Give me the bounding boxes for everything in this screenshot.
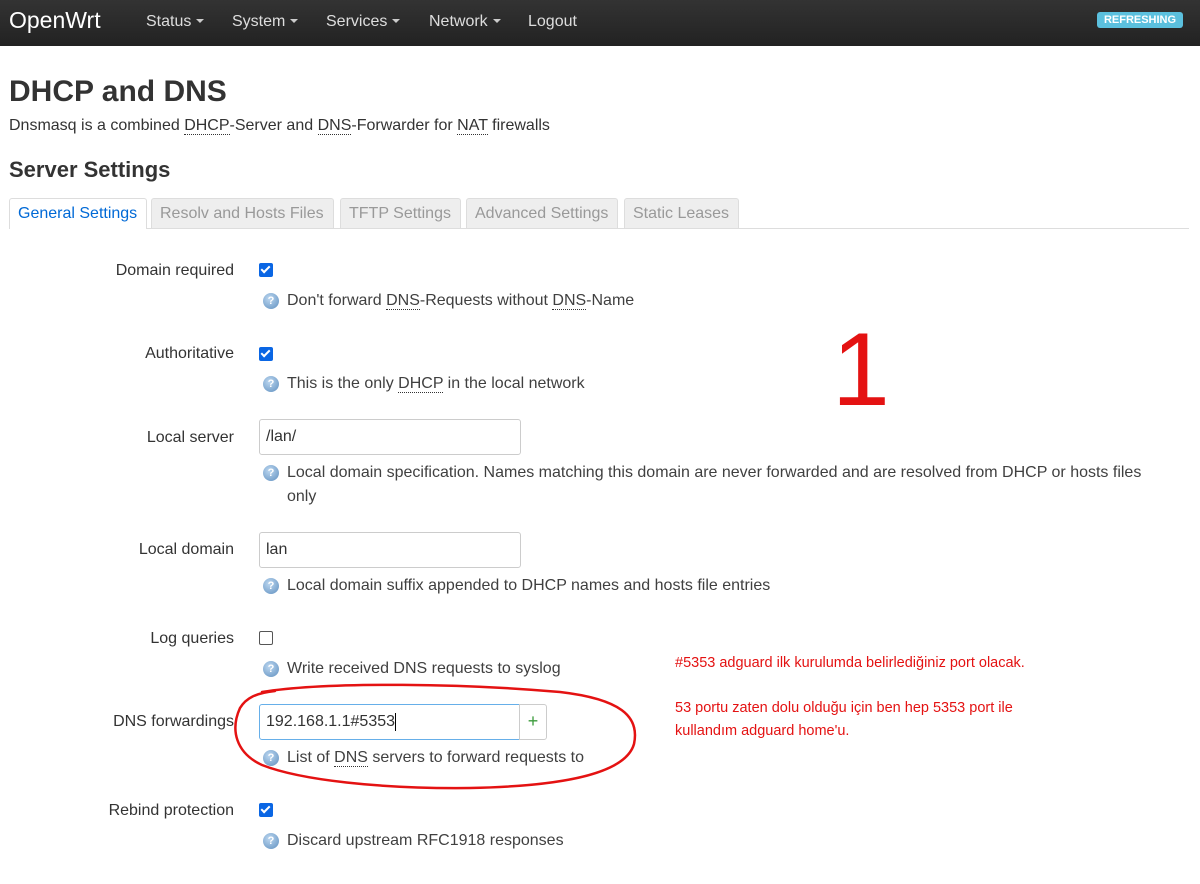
nav-status[interactable]: Status: [146, 13, 205, 31]
log-queries-label: Log queries: [150, 630, 234, 647]
annotation-number: 1: [832, 312, 890, 428]
help-text: This is the only DHCP in the local netwo…: [263, 372, 585, 396]
help-fragment: This is the only: [287, 375, 399, 392]
tab-general-settings[interactable]: General Settings: [9, 198, 147, 229]
nav-logout[interactable]: Logout: [528, 13, 577, 31]
nav-system[interactable]: System: [232, 13, 299, 31]
help-icon: ?: [263, 465, 279, 481]
dns-forwardings-label: DNS forwardings: [113, 713, 234, 730]
nav-network[interactable]: Network: [429, 13, 501, 31]
local-server-label: Local server: [146, 429, 234, 446]
local-domain-label: Local domain: [138, 541, 234, 558]
help-icon: ?: [263, 833, 279, 849]
help-icon: ?: [263, 578, 279, 594]
authoritative-label: Authoritative: [145, 345, 234, 362]
help-fragment: in the local network: [443, 375, 585, 392]
nav-services-label: Services: [326, 13, 388, 30]
help-icon: ?: [263, 661, 279, 677]
help-text: List of DNS servers to forward requests …: [263, 746, 584, 770]
abbr-dns: DNS: [317, 117, 352, 135]
help-icon: ?: [263, 376, 279, 392]
abbr-dhcp: DHCP: [398, 375, 444, 393]
rebind-protection-label: Rebind protection: [108, 802, 234, 819]
tab-static-leases[interactable]: Static Leases: [624, 198, 739, 228]
page-description: Dnsmasq is a combined DHCP-Server and DN…: [9, 117, 550, 135]
help-text: Write received DNS requests to syslog: [287, 660, 561, 677]
desc-text: -Forwarder for: [351, 117, 458, 134]
desc-text: -Server and: [229, 117, 318, 134]
tab-tftp-settings[interactable]: TFTP Settings: [340, 198, 461, 228]
tab-advanced-settings[interactable]: Advanced Settings: [466, 198, 618, 228]
log-queries-checkbox[interactable]: [259, 631, 273, 645]
help-fragment: List of: [287, 749, 335, 766]
abbr-nat: NAT: [457, 117, 488, 135]
nav-status-label: Status: [146, 13, 192, 30]
help-text: Don't forward DNS-Requests without DNS-N…: [263, 289, 634, 313]
abbr-dhcp: DHCP: [184, 117, 230, 135]
chevron-down-icon: [290, 18, 299, 23]
local-domain-help: ? Local domain suffix appended to DHCP n…: [263, 574, 770, 598]
annotation-note-explanation-line2: kullandım adguard home'u.: [675, 723, 850, 739]
abbr-dns: DNS: [386, 292, 420, 310]
domain-required-checkbox[interactable]: [259, 263, 273, 277]
help-fragment: -Requests without: [419, 292, 553, 309]
help-icon: ?: [263, 750, 279, 766]
chevron-down-icon: [196, 18, 205, 23]
local-server-input[interactable]: /lan/: [259, 419, 521, 455]
brand-logo[interactable]: OpenWrt: [9, 7, 101, 34]
top-navbar: OpenWrt Status System Services Network L…: [0, 0, 1200, 46]
help-text: Local domain specification. Names matchi…: [287, 464, 1142, 505]
help-fragment: Don't forward: [287, 292, 387, 309]
tab-resolv-hosts-files[interactable]: Resolv and Hosts Files: [151, 198, 334, 228]
log-queries-help: ? Write received DNS requests to syslog: [263, 657, 561, 681]
desc-text: Dnsmasq is a combined: [9, 117, 185, 134]
nav-network-label: Network: [429, 13, 488, 30]
dns-forwardings-input[interactable]: 192.168.1.1#5353: [259, 704, 520, 740]
refreshing-badge[interactable]: REFRESHING: [1097, 12, 1183, 28]
help-fragment: servers to forward requests to: [367, 749, 585, 766]
local-domain-input[interactable]: lan: [259, 532, 521, 568]
nav-services[interactable]: Services: [326, 13, 401, 31]
chevron-down-icon: [392, 18, 401, 23]
abbr-dns: DNS: [334, 749, 368, 767]
help-text: Discard upstream RFC1918 responses: [287, 832, 564, 849]
authoritative-help: ? This is the only DHCP in the local net…: [263, 372, 585, 396]
section-title: Server Settings: [9, 157, 171, 182]
authoritative-checkbox[interactable]: [259, 347, 273, 361]
nav-system-label: System: [232, 13, 286, 30]
annotation-note-port: #5353 adguard ilk kurulumda belirlediğin…: [675, 655, 1025, 671]
annotation-note-explanation-line1: 53 portu zaten dolu olduğu için ben hep …: [675, 700, 1013, 716]
help-icon: ?: [263, 293, 279, 309]
add-forwarding-button[interactable]: +: [519, 704, 547, 740]
help-text: Local domain suffix appended to DHCP nam…: [287, 577, 771, 594]
dns-forwardings-value: 192.168.1.1#5353: [266, 713, 396, 730]
chevron-down-icon: [492, 18, 501, 23]
rebind-protection-help: ? Discard upstream RFC1918 responses: [263, 829, 564, 853]
help-fragment: -Name: [586, 292, 635, 309]
abbr-dns: DNS: [552, 292, 587, 310]
domain-required-label: Domain required: [115, 262, 234, 279]
page-title: DHCP and DNS: [9, 75, 227, 108]
text-cursor: [395, 712, 397, 731]
domain-required-help: ? Don't forward DNS-Requests without DNS…: [263, 289, 634, 313]
rebind-protection-checkbox[interactable]: [259, 803, 273, 817]
local-server-help: ? Local domain specification. Names matc…: [263, 461, 1163, 509]
dns-forwardings-help: ? List of DNS servers to forward request…: [263, 746, 584, 770]
desc-text: firewalls: [487, 117, 550, 134]
